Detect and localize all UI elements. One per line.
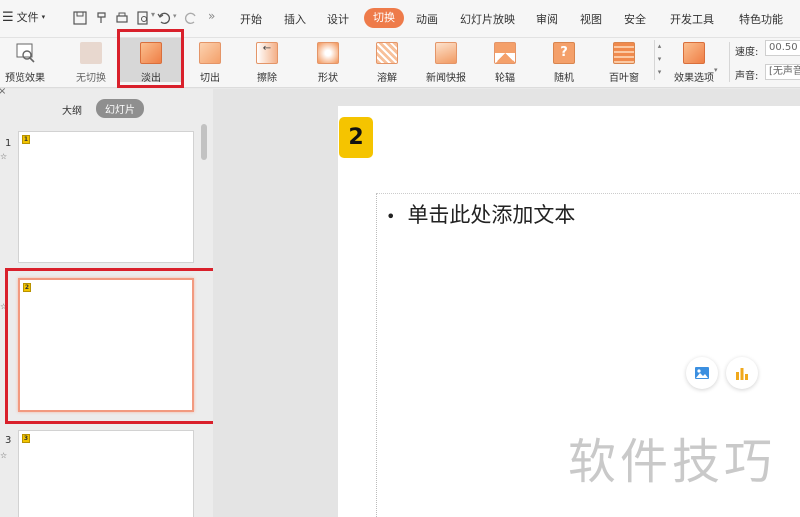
picture-icon: [695, 367, 709, 379]
tab-slideshow[interactable]: 幻灯片放映: [460, 11, 515, 27]
tab-transitions[interactable]: 切换: [364, 8, 404, 28]
chevron-down-icon: ▾: [41, 13, 46, 21]
scrollbar[interactable]: [201, 124, 207, 160]
watermark: 软件技巧: [568, 434, 777, 490]
transition-label: 新闻快报: [426, 73, 466, 84]
transition-cut[interactable]: 切出: [185, 38, 235, 88]
format-painter-icon[interactable]: [95, 11, 109, 25]
insert-picture-button[interactable]: [686, 357, 718, 389]
random-icon: ?: [553, 42, 575, 64]
transition-label: 百叶窗: [609, 73, 639, 84]
newsflash-icon: [435, 42, 457, 64]
transition-label: 随机: [554, 73, 574, 84]
tab-slides[interactable]: 幻灯片: [96, 99, 144, 118]
preview-label: 预览效果: [5, 73, 45, 84]
transition-blinds[interactable]: 百叶窗: [598, 38, 650, 88]
transition-wipe[interactable]: ← 擦除: [242, 38, 292, 88]
file-menu-label: 文件: [16, 11, 39, 24]
highlight-box: [117, 29, 184, 88]
bullet: •: [386, 207, 396, 226]
tab-animation[interactable]: 动画: [416, 11, 438, 27]
tab-view[interactable]: 视图: [580, 11, 602, 27]
slide-thumbnail-3[interactable]: 3: [18, 430, 194, 517]
tab-security[interactable]: 安全: [624, 11, 646, 27]
slide-badge: 3: [22, 434, 30, 443]
speed-input[interactable]: 00.50: [765, 40, 800, 56]
wipe-icon: ←: [256, 42, 278, 64]
dissolve-icon: [376, 42, 398, 64]
save-icon[interactable]: [73, 11, 87, 25]
tab-design[interactable]: 设计: [327, 11, 349, 27]
placeholder-text[interactable]: • 单击此处添加文本: [386, 199, 575, 229]
insert-chart-button[interactable]: [726, 357, 758, 389]
slide-number-badge: 2: [339, 117, 373, 158]
sound-label: 声音:: [735, 71, 759, 82]
transition-label: 擦除: [257, 73, 277, 84]
transition-random[interactable]: ? 随机: [539, 38, 589, 88]
preview-effect-button[interactable]: 预览效果: [0, 38, 50, 88]
tab-home[interactable]: 开始: [240, 11, 262, 27]
blinds-icon: [613, 42, 635, 64]
transition-wheel[interactable]: 轮辐: [480, 38, 530, 88]
chart-icon: [736, 368, 748, 380]
transition-newsflash[interactable]: 新闻快报: [421, 38, 471, 88]
chevron-down-icon[interactable]: ▾: [173, 12, 177, 20]
slide-number: 3: [5, 435, 12, 446]
tab-features[interactable]: 特色功能: [739, 11, 783, 27]
sound-select[interactable]: [无声音]: [765, 64, 800, 80]
effect-options-button[interactable]: 效果选项: [666, 38, 722, 88]
tab-outline[interactable]: 大纲: [62, 102, 82, 117]
tab-review[interactable]: 审阅: [536, 11, 558, 27]
placeholder-label: 单击此处添加文本: [407, 203, 576, 227]
slide-badge: 1: [22, 135, 30, 144]
cut-icon: [199, 42, 221, 64]
redo-icon[interactable]: [184, 11, 198, 25]
speed-label: 速度:: [735, 47, 759, 58]
ribbon-divider: [729, 42, 730, 82]
slide-number: 1: [5, 138, 12, 149]
file-menu[interactable]: ☰ 文件 ▾: [2, 9, 45, 25]
transition-label: 无切换: [76, 73, 106, 84]
gallery-scroll[interactable]: ▴ ▾ ▾: [654, 40, 664, 80]
print-preview-icon[interactable]: [136, 11, 150, 25]
highlight-box: [5, 268, 216, 424]
transition-label: 形状: [318, 73, 338, 84]
transition-none[interactable]: 无切换: [64, 38, 118, 88]
more-icon[interactable]: »: [208, 9, 215, 23]
star-icon: ☆: [0, 451, 8, 460]
print-icon[interactable]: [115, 11, 129, 25]
slide-thumbnail-1[interactable]: 1: [18, 131, 194, 263]
wheel-icon: [494, 42, 516, 64]
chevron-down-icon[interactable]: ▾: [151, 10, 155, 19]
effect-options-icon: [683, 42, 705, 64]
transition-label: 切出: [200, 73, 220, 84]
preview-icon: [16, 43, 35, 63]
tab-insert[interactable]: 插入: [284, 11, 306, 27]
transition-label: 溶解: [377, 73, 397, 84]
transition-dissolve[interactable]: 溶解: [362, 38, 412, 88]
collapse-icon[interactable]: ×: [0, 86, 6, 97]
undo-icon[interactable]: [157, 11, 171, 25]
transition-label: 轮辐: [495, 73, 515, 84]
hamburger-icon: ☰: [2, 9, 14, 25]
tab-developer[interactable]: 开发工具: [670, 11, 714, 27]
shape-icon: [317, 42, 339, 64]
chevron-down-icon[interactable]: ▾: [714, 66, 718, 74]
no-transition-icon: [80, 42, 102, 64]
transition-shape[interactable]: 形状: [303, 38, 353, 88]
star-icon: ☆: [0, 152, 8, 161]
